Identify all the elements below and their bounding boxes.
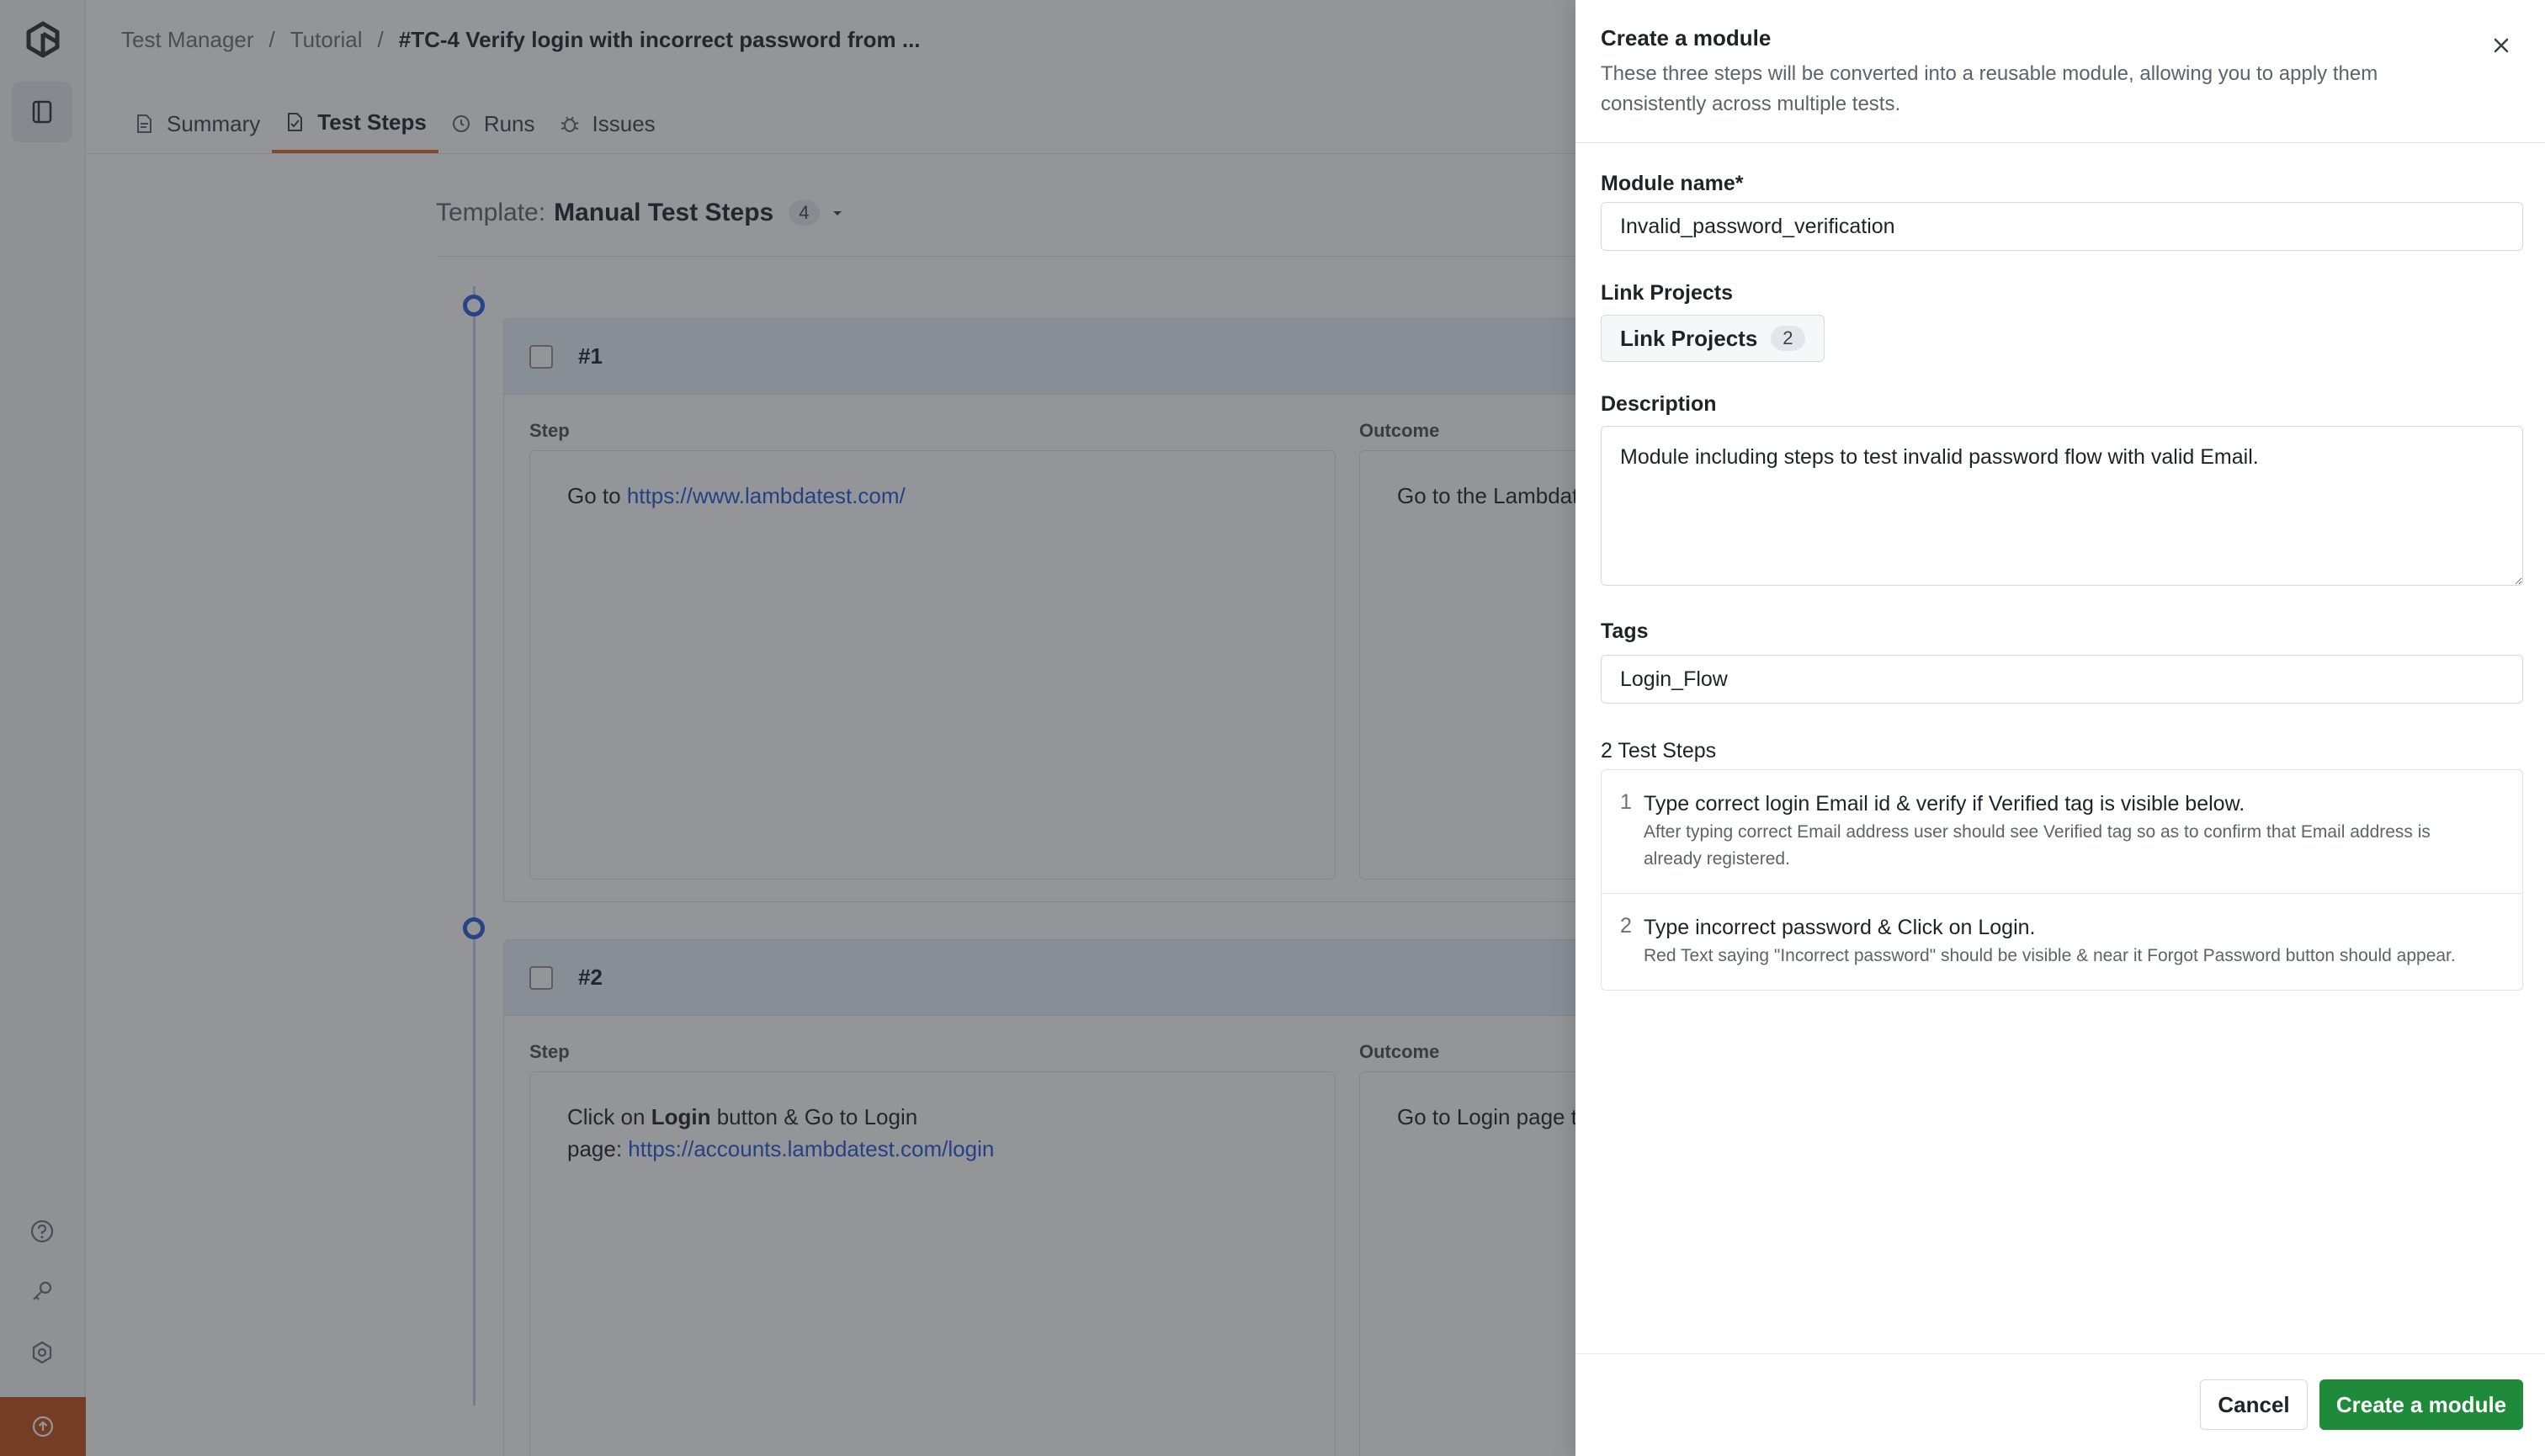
description-textarea[interactable]: Module including steps to test invalid p… [1601,426,2523,586]
cancel-button[interactable]: Cancel [2200,1379,2308,1430]
drawer-header: Create a module These three steps will b… [1575,0,2545,143]
module-name-label: Module name* [1601,172,1744,195]
list-item: 2 Type incorrect password & Click on Log… [1602,894,2522,990]
link-projects-button-label: Link Projects [1620,325,1758,351]
link-projects-count-badge: 2 [1771,326,1805,351]
test-step-detail: Red Text saying "Incorrect password" sho… [1644,946,2456,965]
link-projects-button[interactable]: Link Projects 2 [1601,315,1825,362]
module-test-steps-list: 1 Type correct login Email id & verify i… [1601,769,2523,991]
test-step-number: 2 [1620,914,1632,938]
tags-input[interactable] [1601,655,2523,704]
link-projects-label: Link Projects [1601,281,1733,305]
test-step-title: Type correct login Email id & verify if … [1644,792,2245,816]
test-steps-count-label: 2 Test Steps [1601,739,1717,763]
create-module-button[interactable]: Create a module [2319,1379,2523,1430]
test-step-number: 1 [1620,790,1632,814]
close-icon [2494,38,2509,53]
close-button[interactable] [2484,29,2518,62]
tags-label: Tags [1601,619,1649,643]
drawer-footer: Cancel Create a module [1575,1353,2545,1456]
drawer-title: Create a module [1601,25,1772,50]
test-step-title: Type incorrect password & Click on Login… [1644,916,2036,939]
list-item: 1 Type correct login Email id & verify i… [1602,770,2522,894]
test-step-detail: After typing correct Email address user … [1644,822,2431,869]
create-module-drawer: Create a module These three steps will b… [1575,0,2545,1456]
drawer-subtitle: These three steps will be converted into… [1601,62,2378,115]
description-label: Description [1601,392,1717,416]
module-name-input[interactable] [1601,202,2523,251]
